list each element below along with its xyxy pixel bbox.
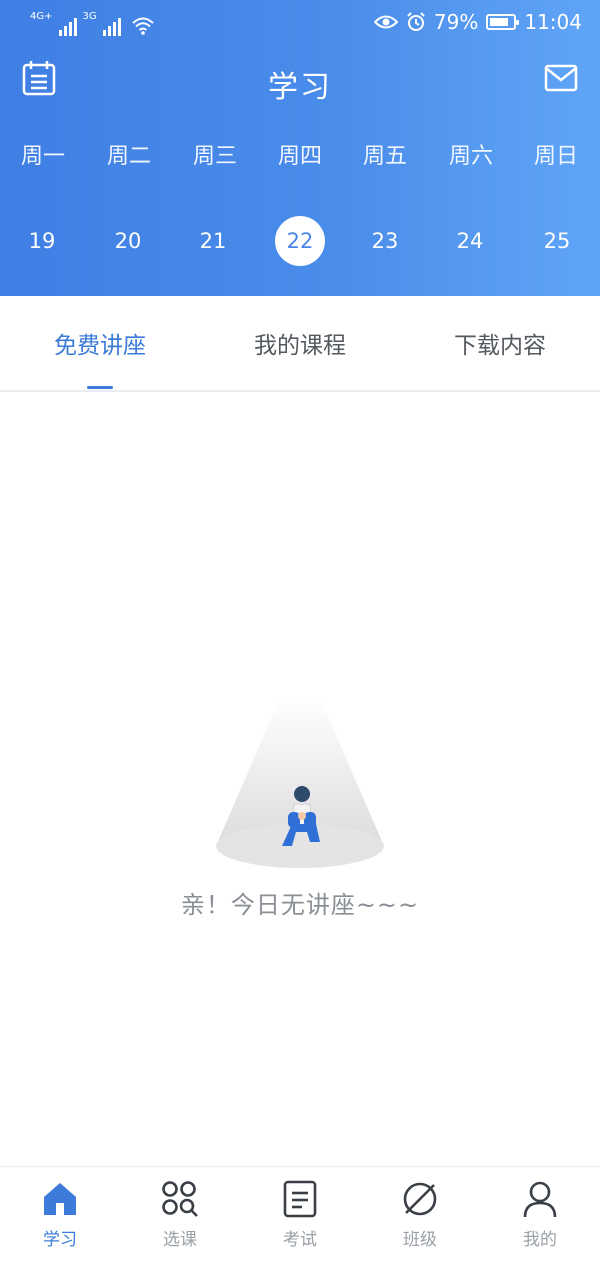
empty-state-illustration: [216, 698, 384, 868]
nav-item-exam[interactable]: 考试: [240, 1179, 360, 1259]
nav-item-me[interactable]: 我的: [480, 1179, 600, 1259]
network-label-2: 3G: [82, 11, 97, 22]
nav-label: 班级: [403, 1230, 437, 1250]
empty-state-message: 亲！今日无讲座~~~: [180, 891, 420, 919]
weekday-label: 周三: [192, 144, 237, 169]
date-item[interactable]: 25: [532, 216, 582, 266]
battery-percent: 79%: [433, 10, 479, 34]
nav-label: 学习: [43, 1230, 77, 1250]
grid-search-icon: [162, 1181, 198, 1217]
date-item[interactable]: 19: [17, 216, 67, 266]
date-row: 19 20 21 22 23 24 25: [0, 216, 600, 268]
weekday-label: 周日: [533, 144, 578, 169]
alarm-icon: [407, 12, 425, 31]
tab-free-lectures[interactable]: 免费讲座: [0, 326, 200, 360]
tab-bar: 免费讲座 我的课程 下载内容: [0, 296, 600, 392]
exam-icon: [283, 1180, 317, 1218]
eye-icon: [373, 15, 398, 29]
signal-icon: [58, 16, 77, 36]
battery-level: [490, 18, 508, 26]
date-item[interactable]: 23: [360, 216, 410, 266]
nav-label: 考试: [283, 1230, 317, 1250]
tab-downloads[interactable]: 下载内容: [400, 326, 600, 360]
bottom-nav: 学习 选课 考试 班级 我的: [0, 1166, 600, 1267]
signal-icon-2: [102, 16, 121, 36]
wifi-icon: [131, 17, 154, 35]
status-time: 11:04: [524, 10, 582, 34]
mail-button[interactable]: [544, 64, 578, 92]
top-bar: 学习: [0, 56, 600, 106]
tab-my-courses[interactable]: 我的课程: [200, 326, 400, 360]
nav-item-courses[interactable]: 选课: [120, 1179, 240, 1259]
planet-icon: [403, 1182, 437, 1216]
home-icon: [44, 1183, 76, 1215]
date-item[interactable]: 20: [103, 216, 153, 266]
date-item-selected[interactable]: 22: [275, 216, 325, 266]
network-label-1: 4G+: [30, 11, 53, 22]
date-item[interactable]: 21: [188, 216, 238, 266]
battery-icon: [486, 14, 520, 30]
weekday-row: 周一 周二 周三 周四 周五 周六 周日: [0, 138, 600, 178]
weekday-label: 周六: [448, 144, 493, 169]
user-icon: [523, 1181, 557, 1218]
weekday-label: 周四: [277, 144, 322, 169]
nav-item-study[interactable]: 学习: [0, 1179, 120, 1259]
nav-label: 选课: [163, 1230, 197, 1250]
nav-item-class[interactable]: 班级: [360, 1179, 480, 1259]
weekday-label: 周一: [20, 144, 65, 169]
date-item[interactable]: 24: [445, 216, 495, 266]
page-title: 学习: [268, 70, 332, 105]
status-bar: 4G+ 3G 79% 11:04: [0, 0, 600, 48]
mail-icon: [544, 64, 578, 92]
weekday-label: 周二: [106, 144, 151, 169]
nav-label: 我的: [523, 1230, 557, 1250]
weekday-label: 周五: [362, 144, 407, 169]
tab-indicator: [87, 386, 113, 389]
header: 4G+ 3G 79% 11:04 学习 周一 周二 周三 周四 周五 周六 周日…: [0, 0, 600, 296]
